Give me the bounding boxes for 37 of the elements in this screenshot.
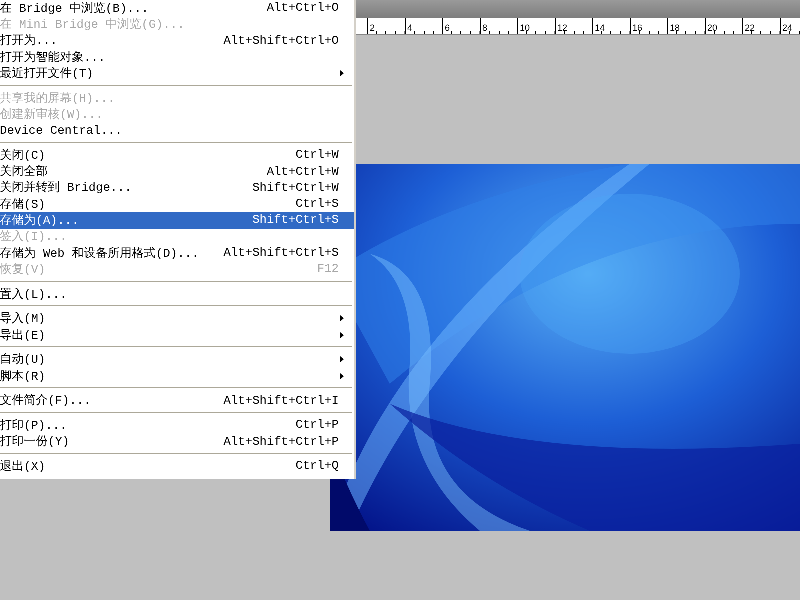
- menu-item[interactable]: 打开为... Alt+Shift+Ctrl+O: [0, 32, 354, 49]
- submenu-arrow-icon: [340, 332, 344, 339]
- ruler-label: 2: [369, 23, 376, 33]
- ruler-label: 12: [556, 23, 568, 33]
- menu-item[interactable]: 打印(P)... Ctrl+P: [0, 417, 354, 434]
- menu-item[interactable]: 脚本(R): [0, 368, 354, 384]
- ruler-label: 4: [406, 23, 413, 33]
- submenu-arrow-icon: [340, 372, 344, 380]
- menu-item[interactable]: 关闭并转到 Bridge... Shift+Ctrl+W: [0, 180, 354, 196]
- menu-item[interactable]: 文件简介(F)... Alt+Shift+Ctrl+I: [0, 392, 354, 409]
- ruler-label: 20: [706, 23, 718, 33]
- submenu-arrow-icon: [340, 315, 344, 322]
- menu-item[interactable]: 导出(E): [0, 326, 354, 344]
- ruler-label: 22: [744, 23, 756, 33]
- ruler-label: 18: [669, 23, 680, 33]
- menu-item[interactable]: 退出(X) Ctrl+Q: [0, 458, 354, 475]
- ruler-label: 10: [519, 23, 530, 33]
- menu-item[interactable]: 在 Bridge 中浏览(B)... Alt+Ctrl+O: [0, 0, 354, 16]
- menu-item[interactable]: 存储为 Web 和设备所用格式(D)... Alt+Shift+Ctrl+S: [0, 244, 354, 262]
- menu-item[interactable]: 存储为(A)... Shift+Ctrl+S: [0, 212, 354, 229]
- submenu-arrow-icon: [340, 70, 344, 77]
- ruler-label: 16: [632, 23, 643, 33]
- menu-item[interactable]: 打印一份(Y) Alt+Shift+Ctrl+P: [0, 434, 354, 450]
- menu-item[interactable]: 关闭(C) Ctrl+W: [0, 147, 354, 164]
- menu-item[interactable]: 打开为智能对象...: [0, 48, 354, 66]
- menu-item[interactable]: 置入(L)...: [0, 286, 354, 302]
- menu-item[interactable]: Device Central...: [0, 122, 354, 139]
- menu-item[interactable]: 存储(S) Ctrl+S: [0, 196, 354, 212]
- ruler-label: 8: [482, 23, 488, 33]
- menu-item[interactable]: 导入(M): [0, 310, 354, 327]
- ruler-label: 24: [782, 23, 793, 33]
- submenu-arrow-icon: [340, 356, 344, 364]
- ruler-label: 6: [444, 23, 450, 33]
- menu-item[interactable]: 关闭全部 Alt+Ctrl+W: [0, 163, 354, 180]
- ruler-label: 14: [594, 23, 606, 33]
- menu-item[interactable]: 最近打开文件(T): [0, 65, 354, 82]
- menu-item[interactable]: 自动(U): [0, 352, 354, 368]
